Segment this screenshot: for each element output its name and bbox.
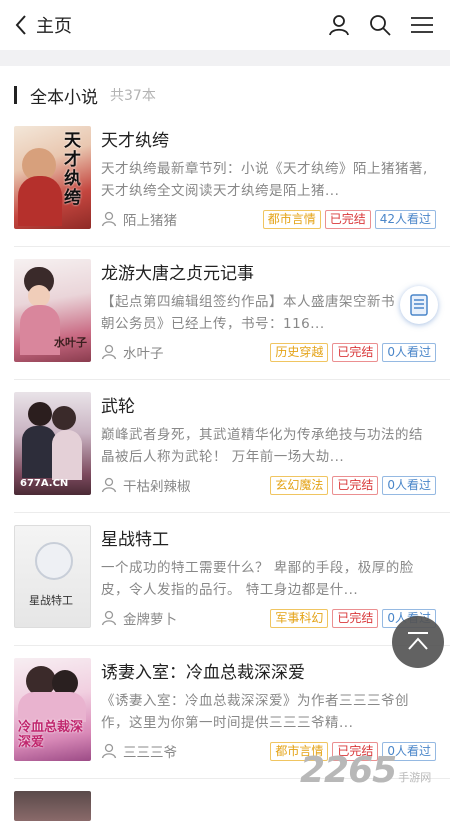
author-icon [101, 610, 117, 626]
user-icon [329, 15, 349, 36]
status-tag: 已完结 [324, 209, 371, 229]
book-author: 陌上猪猪 [123, 213, 177, 229]
floating-document-button[interactable] [400, 286, 438, 324]
page-title: 主页 [36, 16, 72, 37]
book-cover[interactable]: 天才纨绔 [14, 126, 91, 229]
top-bar: 主页 [0, 0, 450, 50]
back-button[interactable]: 主页 [14, 12, 72, 38]
book-author: 金牌萝卜 [123, 612, 177, 628]
reads-tag: 0人看过 [382, 342, 436, 362]
cover-author-text: 水叶子 [54, 336, 87, 349]
menu-icon [411, 17, 433, 33]
author-icon [101, 743, 117, 759]
menu-button[interactable] [410, 13, 434, 37]
status-tag: 已完结 [332, 475, 379, 495]
book-title[interactable]: 诱妻入室：冷血总裁深深爱 [101, 658, 305, 683]
category-tag: 玄幻魔法 [270, 475, 329, 495]
book-cover[interactable]: 星战特工 [14, 525, 91, 628]
book-meta: 水叶子 历史穿越 已完结 0人看过 [101, 341, 436, 363]
category-tag: 历史穿越 [270, 342, 329, 362]
book-description: 巅峰武者身死，其武道精华化为传承绝技与功法的结晶被后人称为武轮！ 万年前一场大劫… [101, 427, 423, 465]
cover-title-text: 冷血总裁深深爱 [18, 720, 84, 750]
book-meta: 陌上猪猪 都市言情 已完结 42人看过 [101, 208, 436, 230]
book-item[interactable]: 星战特工 星战特工 一个成功的特工需要什么？ 卑鄙的手段，极厚的脸皮，令人发指的… [0, 513, 450, 646]
book-description: 《诱妻入室：冷血总裁深深爱》为作者三三三爷创作，这里为你第一时间提供三三三爷精.… [101, 693, 409, 731]
author-icon [101, 344, 117, 360]
section-marker [14, 86, 17, 104]
book-meta: 干枯剁辣椒 玄幻魔法 已完结 0人看过 [101, 474, 436, 496]
cover-site-text: 677A.CN [20, 478, 69, 489]
book-description: 天才纨绔最新章节列：小说《天才纨绔》陌上猪猪著,天才纨绔全文阅读天才纨绔是陌上猪… [101, 161, 428, 199]
book-author: 水叶子 [123, 346, 164, 362]
reads-tag: 0人看过 [382, 475, 436, 495]
author-icon [101, 477, 117, 493]
back-arrow-icon [15, 15, 26, 35]
book-meta: 金牌萝卜 军事科幻 已完结 0人看过 [101, 607, 436, 629]
book-author: 干枯剁辣椒 [123, 479, 191, 495]
status-tag: 已完结 [332, 342, 379, 362]
document-icon [410, 294, 428, 316]
book-description: 【起点第四编辑组签约作品】本人盛唐架空新书《唐朝公务员》已经上传，书号：116.… [101, 294, 423, 332]
book-title[interactable]: 龙游大唐之贞元记事 [101, 259, 254, 284]
section-count: 共37本 [110, 88, 156, 104]
header-divider [0, 50, 450, 66]
category-tag: 都市言情 [262, 209, 321, 229]
book-item[interactable]: 水叶子 龙游大唐之贞元记事 【起点第四编辑组签约作品】本人盛唐架空新书《唐朝公务… [0, 247, 450, 380]
book-cover[interactable]: 677A.CN [14, 392, 91, 495]
category-tag: 军事科幻 [270, 608, 329, 628]
book-item[interactable]: 677A.CN 武轮 巅峰武者身死，其武道精华化为传承绝技与功法的结晶被后人称为… [0, 380, 450, 513]
status-tag: 已完结 [332, 608, 379, 628]
user-button[interactable] [327, 13, 351, 37]
section-header: 全本小说 共37本 [14, 82, 156, 108]
arrow-up-icon [408, 632, 428, 650]
book-cover[interactable] [14, 791, 91, 821]
cover-title-text: 星战特工 [29, 594, 73, 607]
watermark-text: 手游网 [398, 771, 432, 784]
watermark-number: 2265 [300, 749, 397, 791]
book-cover[interactable]: 冷血总裁深深爱 [14, 658, 91, 761]
book-author: 三三三爷 [123, 745, 177, 761]
search-icon [370, 15, 391, 36]
book-item[interactable]: 天才纨绔 天才纨绔 天才纨绔最新章节列：小说《天才纨绔》陌上猪猪著,天才纨绔全文… [0, 114, 450, 247]
cover-title-text: 天才纨绔 [64, 131, 81, 208]
section-title: 全本小说 [30, 87, 98, 108]
search-button[interactable] [368, 13, 392, 37]
author-icon [101, 211, 117, 227]
back-to-top-button[interactable] [392, 616, 444, 668]
book-cover[interactable]: 水叶子 [14, 259, 91, 362]
site-watermark: 2265 手游网 [300, 748, 431, 792]
book-description: 一个成功的特工需要什么？ 卑鄙的手段，极厚的脸皮，令人发指的品行。 特工身边都是… [101, 560, 414, 598]
book-title[interactable]: 天才纨绔 [101, 126, 169, 151]
book-title[interactable]: 星战特工 [101, 525, 169, 550]
book-title[interactable]: 武轮 [101, 392, 135, 417]
reads-tag: 42人看过 [374, 209, 436, 229]
